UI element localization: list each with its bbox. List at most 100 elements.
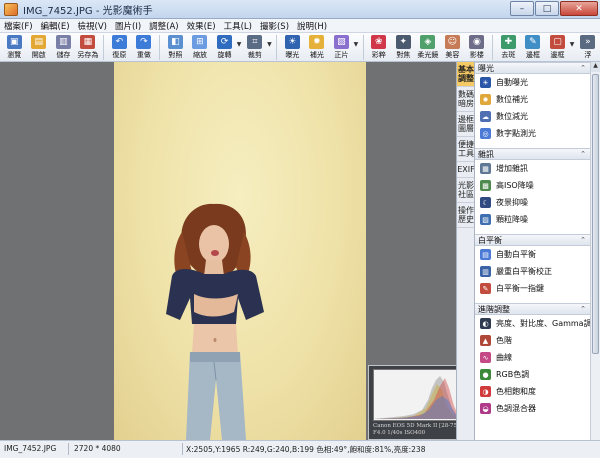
exposure-button[interactable]: ☀ 曝光 [280, 33, 305, 62]
redo-label: 重做 [136, 51, 151, 59]
panel-item-icon: ✹ [480, 94, 491, 105]
scroll-up-icon[interactable]: ▲ [591, 62, 600, 72]
panel-item[interactable]: ◎ 數字點測光 [475, 125, 590, 142]
film-label: 影楼 [469, 51, 484, 59]
film-icon: ◉ [469, 35, 485, 49]
soft-button[interactable]: ◈ 柔光鏡 [416, 33, 441, 62]
panel-item-label: 數位減光 [496, 112, 528, 121]
zoom-button[interactable]: ⊞ 縮放 [188, 33, 213, 62]
compare-button[interactable]: ◧ 對照 [163, 33, 188, 62]
panel-item[interactable]: ▤ 自動白平衡 [475, 246, 590, 263]
save-label: 儲存 [56, 51, 71, 59]
panel-item-icon: ▲ [480, 335, 491, 346]
panel-section-header[interactable]: 曝光 ⌃ [475, 62, 590, 74]
menu-file[interactable]: 檔案(F) [4, 20, 33, 32]
panel-item-label: 增加雜訊 [496, 164, 528, 173]
panel-item[interactable]: ✹ 數位補光 [475, 91, 590, 108]
menu-tools[interactable]: 工具(L) [224, 20, 252, 32]
maximize-button[interactable]: □ [535, 1, 559, 16]
more-button[interactable]: » 浮 [576, 33, 600, 62]
panel-item[interactable]: ☾ 夜景抑噪 [475, 194, 590, 211]
color-icon: ❀ [371, 35, 387, 49]
save-button[interactable]: ▥ 儲存 [51, 33, 76, 62]
stamp-button[interactable]: ✚ 去斑 [496, 33, 521, 62]
redo-button[interactable]: ↷ 重做 [132, 33, 157, 62]
panel-item-icon: ☾ [480, 197, 491, 208]
collapse-chevron-icon[interactable]: ⌃ [580, 236, 586, 244]
panel-item[interactable]: ▲ 色階 [475, 332, 590, 349]
close-button[interactable]: ✕ [560, 1, 598, 16]
panel-item-label: RGB色調 [496, 370, 530, 379]
portrait-button[interactable]: ☺ 美容 [440, 33, 465, 62]
fill-light-label: 補光 [309, 51, 324, 59]
color-button[interactable]: ❀ 彩粹 [367, 33, 392, 62]
vtab-1[interactable]: 數碼暗房 [457, 87, 475, 112]
crop-label: 裁剪 [247, 51, 262, 59]
adjust-panel: 曝光 ⌃ ☀ 自動曝光 ✹ 數位補光 ☁ 數位減光 ◎ 數字點測光 雜訊 ⌃ ▦ 增加雜訊 ▩ 高ISO降噪 ☾… [474, 62, 590, 440]
undo-button[interactable]: ↶ 復原 [107, 33, 132, 62]
menu-edit[interactable]: 編輯(E) [41, 20, 70, 32]
correction-dropdown-icon[interactable]: ▼ [354, 33, 360, 48]
panel-item[interactable]: ∿ 曲線 [475, 349, 590, 366]
panel-item[interactable]: ☀ 自動曝光 [475, 74, 590, 91]
open-button[interactable]: ▤ 開啟 [27, 33, 52, 62]
panel-item-icon: ◒ [480, 403, 491, 414]
menu-help[interactable]: 說明(H) [297, 20, 327, 32]
panel-item[interactable]: ▨ 顆粒降噪 [475, 211, 590, 228]
browse-button[interactable]: ▣ 瀏覽 [2, 33, 27, 62]
panel-item[interactable]: ▦ 增加雜訊 [475, 160, 590, 177]
vtab-0[interactable]: 基本調整 [457, 62, 475, 87]
color-label: 彩粹 [371, 51, 386, 59]
vtab-6[interactable]: 操作歷史 [457, 203, 475, 228]
panel-item-label: 嚴重白平衡校正 [496, 267, 552, 276]
panel-item[interactable]: ◐ 亮度、對比度、Gamma調整 [475, 315, 590, 332]
exif-settings: F4.0 1/40s ISO400 [373, 430, 426, 436]
panel-scrollbar[interactable]: ▲ [590, 62, 600, 440]
collapse-chevron-icon[interactable]: ⌃ [580, 305, 586, 313]
correction-button[interactable]: ▨ 正片 [329, 33, 354, 62]
focus-button[interactable]: ✦ 對焦 [391, 33, 416, 62]
fill-light-button[interactable]: ✹ 補光 [305, 33, 330, 62]
panel-item-icon: ▨ [480, 214, 491, 225]
photo [114, 62, 366, 440]
panel-item-label: 數位補光 [496, 95, 528, 104]
menu-shoot[interactable]: 撮影(S) [260, 20, 289, 32]
frame-edge-button[interactable]: ✎ 邊框 [521, 33, 546, 62]
crop-button[interactable]: ⌗ 裁剪 [243, 33, 268, 62]
vtab-4[interactable]: EXIF [457, 162, 475, 178]
vtab-3[interactable]: 便捷工具 [457, 137, 475, 162]
panel-section-header[interactable]: 雜訊 ⌃ [475, 148, 590, 160]
vtab-2[interactable]: 邊框圖層 [457, 112, 475, 137]
rotate-button[interactable]: ⟳ 旋轉 [212, 33, 237, 62]
collapse-chevron-icon[interactable]: ⌃ [580, 64, 586, 72]
image-canvas[interactable]: × Canon EOS 5D Mark II [28-75mm] F4.0 1/… [0, 62, 470, 440]
status-divider [68, 443, 69, 455]
undo-icon: ↶ [111, 35, 127, 49]
film-button[interactable]: ◉ 影楼 [465, 33, 490, 62]
panel-section-header[interactable]: 白平衡 ⌃ [475, 234, 590, 246]
panel-item[interactable]: ◑ 色相飽和度 [475, 383, 590, 400]
menu-adjust[interactable]: 調整(A) [149, 20, 178, 32]
panel-item[interactable]: ● RGB色調 [475, 366, 590, 383]
panel-item[interactable]: ✎ 白平衡一指鍵 [475, 280, 590, 297]
status-pixel-info: X:2505,Y:1965 R:249,G:240,B:199 色相:49°,飽… [186, 445, 426, 454]
panel-item[interactable]: ◒ 色調混合器 [475, 400, 590, 417]
collapse-chevron-icon[interactable]: ⌃ [580, 150, 586, 158]
histogram-plot [373, 369, 461, 421]
save-as-button[interactable]: ▦ 另存為 [76, 33, 101, 62]
border-button[interactable]: ▢ 邊框 [545, 33, 570, 62]
panel-item-icon: ◎ [480, 128, 491, 139]
panel-item-label: 亮度、對比度、Gamma調整 [496, 319, 590, 328]
scroll-thumb[interactable] [592, 74, 599, 354]
menu-view[interactable]: 檢視(V) [78, 20, 107, 32]
vertical-tabs: 基本調整 數碼暗房 邊框圖層 便捷工具 EXIF 光影社區 操作歷史 [456, 62, 475, 440]
panel-section-header[interactable]: 進階調整 ⌃ [475, 303, 590, 315]
minimize-button[interactable]: – [510, 1, 534, 16]
panel-item[interactable]: ☁ 數位減光 [475, 108, 590, 125]
panel-item[interactable]: ▥ 嚴重白平衡校正 [475, 263, 590, 280]
panel-item[interactable]: ▩ 高ISO降噪 [475, 177, 590, 194]
vtab-5[interactable]: 光影社區 [457, 178, 475, 203]
menu-image[interactable]: 圖片(I) [115, 20, 141, 32]
menu-effects[interactable]: 效果(E) [187, 20, 216, 32]
crop-dropdown-icon[interactable]: ▼ [267, 33, 273, 48]
